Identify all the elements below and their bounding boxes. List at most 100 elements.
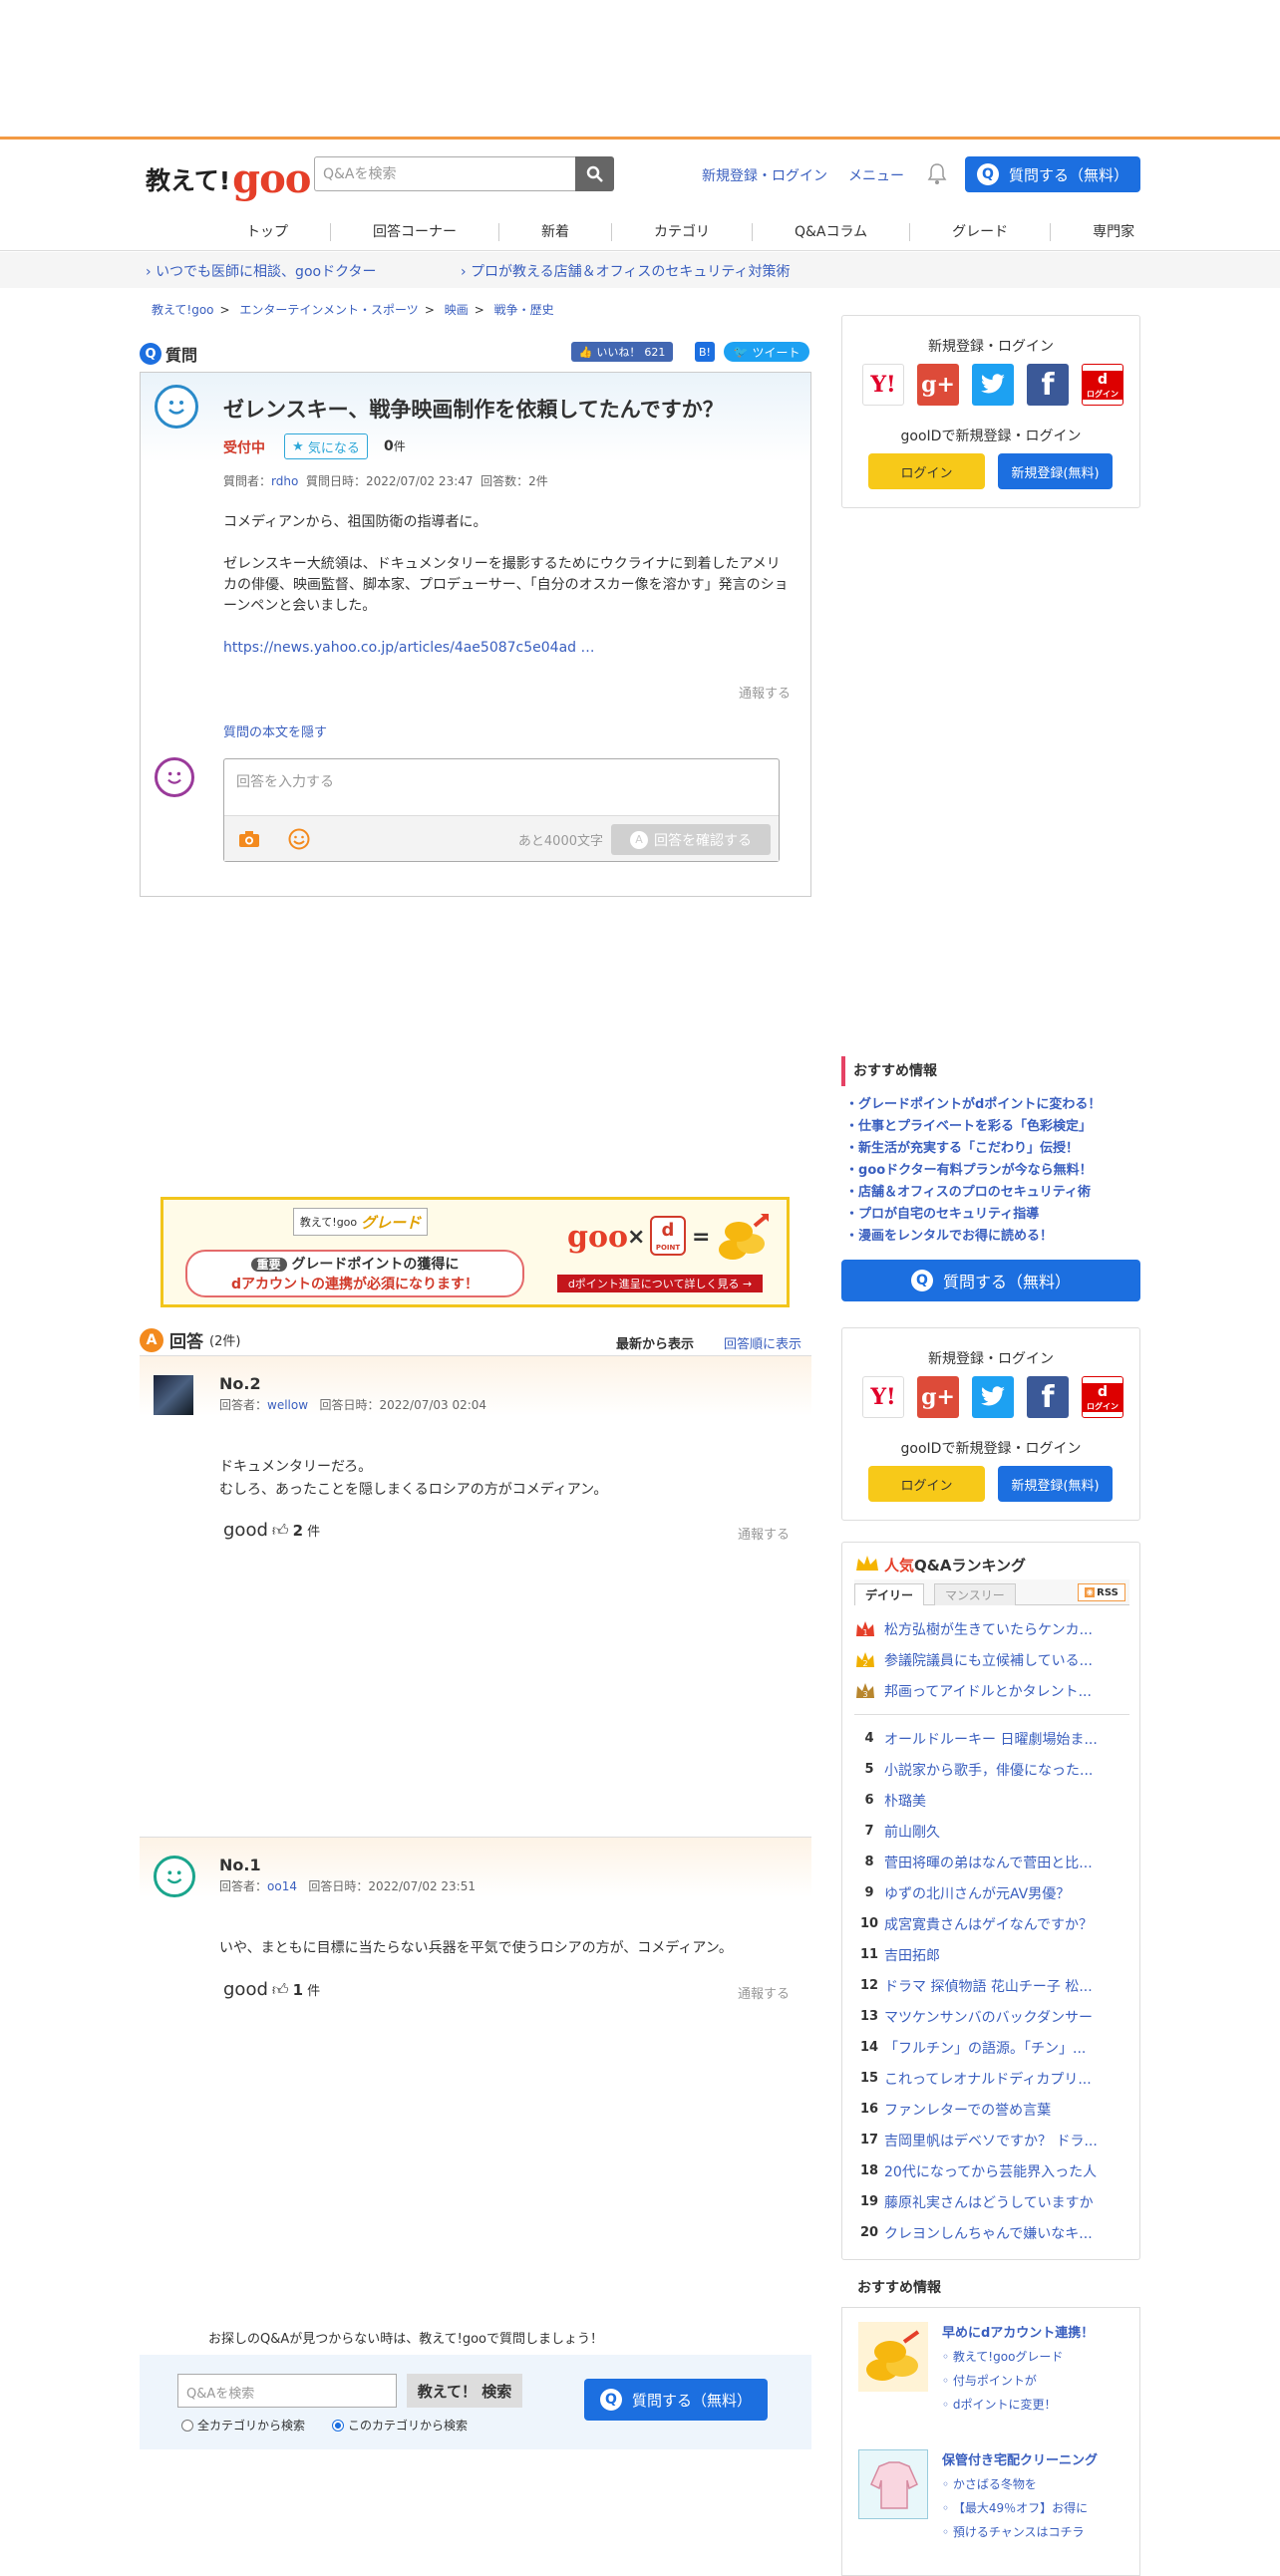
ranking-item[interactable]: 18 20代になってから芸能界入った人 [854, 2155, 1129, 2186]
register-button[interactable]: 新規登録(無料) [998, 1466, 1113, 1502]
ranking-item[interactable]: 12 ドラマ 探偵物語 花山チー子 松... [854, 1970, 1129, 2001]
grade-banner[interactable]: 教えて!goo グレード 重要 グレードポイントの獲得に dアカウントの連携が必須… [160, 1197, 790, 1307]
twitter-icon[interactable] [972, 364, 1014, 406]
asker-avatar[interactable] [155, 385, 198, 429]
docomo-icon[interactable]: d ログイン [1082, 1376, 1123, 1418]
answerer-link[interactable]: oo14 [267, 1879, 297, 1893]
google-plus-icon[interactable]: g+ [917, 364, 959, 406]
ranking-item[interactable]: 4 オールドルーキー 日曜劇場始ま... [854, 1723, 1129, 1754]
docomo-icon[interactable]: d ログイン [1082, 364, 1123, 406]
footer-search-button[interactable]: 教えて！ 検索 [407, 2374, 522, 2408]
recommended-item[interactable]: ・漫画をレンタルでお得に読める！ [841, 1226, 1140, 1248]
camera-icon[interactable] [238, 830, 260, 848]
answerer-avatar[interactable] [154, 1375, 193, 1415]
nav-category[interactable]: カテゴリ [611, 223, 752, 241]
breadcrumb-item[interactable]: 映画 [445, 303, 469, 317]
answerer-link[interactable]: wellow [267, 1398, 308, 1412]
banner-line1: グレードポイントの獲得に [291, 1257, 460, 1273]
source-link[interactable]: https://news.yahoo.co.jp/articles/4ae508… [223, 640, 595, 656]
breadcrumb-item[interactable]: 戦争・歴史 [494, 303, 554, 317]
goo-logo[interactable]: 教えて! goo [146, 157, 311, 199]
footer-search-input[interactable]: Q&Aを検索 [177, 2374, 397, 2408]
watch-button[interactable]: ★ 気になる [284, 433, 368, 459]
ranking-item[interactable]: 13 マツケンサンバのバックダンサー [854, 2001, 1129, 2032]
ranking-item[interactable]: 15 これってレオナルドディカプリ... [854, 2063, 1129, 2094]
nav-expert[interactable]: 専門家 [1050, 223, 1176, 241]
bell-icon[interactable] [927, 161, 947, 185]
ranking-item[interactable]: 7 前山剛久 [854, 1816, 1129, 1847]
recommended-item[interactable]: ・店舗＆オフィスのプロのセキュリティ術 [841, 1182, 1140, 1204]
register-login-link[interactable]: 新規登録・ログイン [702, 165, 827, 185]
ranking-item[interactable]: 16 ファンレターでの誉め言葉 [854, 2094, 1129, 2125]
recommended-a-title[interactable]: 早めにdアカウント連携！ [942, 2322, 1094, 2341]
breadcrumb-item[interactable]: エンターテインメント・スポーツ [239, 303, 418, 317]
recommended-item[interactable]: ・プロが自宅のセキュリティ指導 [841, 1204, 1140, 1226]
ranking-item[interactable]: 19 藤原礼実さんはどうしていますか [854, 2186, 1129, 2217]
menu-link[interactable]: メニュー [848, 165, 904, 185]
tab-monthly[interactable]: マンスリー [934, 1583, 1016, 1605]
radio-this-category[interactable]: このカテゴリから検索 [332, 2417, 468, 2433]
ranking-item[interactable]: 20 クレヨンしんちゃんで嫌いなキ... [854, 2217, 1129, 2248]
answerer-avatar[interactable] [154, 1856, 195, 1897]
ranking-item[interactable]: 3 邦画ってアイドルとかタレント... [854, 1675, 1129, 1706]
nav-top[interactable]: トップ [204, 223, 330, 241]
promo-link-security[interactable]: › プロが教える店舗＆オフィスのセキュリティ対策術 [461, 261, 791, 281]
yahoo-icon[interactable]: Y! [862, 364, 904, 406]
twitter-icon[interactable] [972, 1376, 1014, 1418]
ranking-item[interactable]: 6 朴璐美 [854, 1785, 1129, 1816]
tweet-button[interactable]: 🐦 ツイート [724, 342, 809, 362]
radio-all-categories[interactable]: 全カテゴリから検索 [181, 2417, 305, 2433]
report-link[interactable]: 通報する [738, 1524, 790, 1543]
promo-link-doctor[interactable]: › いつでも医師に相談、gooドクター [146, 261, 377, 281]
recommended-item[interactable]: ・新生活が充実する「こだわり」伝授！ [841, 1138, 1140, 1160]
yahoo-icon[interactable]: Y! [862, 1376, 904, 1418]
asker-link[interactable]: rdho [271, 474, 298, 488]
ranking-item[interactable]: 10 成宮寛貴さんはゲイなんですか？ [854, 1908, 1129, 1939]
good-button[interactable]: good 👍︎ 2 件 [223, 1520, 320, 1541]
sort-oldest[interactable]: 回答順に表示 [724, 1333, 801, 1352]
sort-newest[interactable]: 最新から表示 [616, 1333, 694, 1352]
ranking-item[interactable]: 14 「フルチン」の語源。「チン」... [854, 2032, 1129, 2063]
footer-ask-button[interactable]: Q 質問する（無料） [584, 2379, 768, 2421]
search-button[interactable] [575, 156, 614, 191]
nav-answer-corner[interactable]: 回答コーナー [330, 223, 498, 241]
hide-body-link[interactable]: 質問の本文を隠す [223, 721, 327, 740]
bookmark-button[interactable]: B! [695, 342, 715, 362]
facebook-icon[interactable]: f [1027, 1376, 1069, 1418]
sidebar-ask-button[interactable]: Q 質問する（無料） [841, 1260, 1140, 1301]
rss-link[interactable]: ◉ RSS [1078, 1583, 1125, 1601]
recommended-item[interactable]: ・gooドクター有料プランが今なら無料！ [841, 1160, 1140, 1182]
recommended-item[interactable]: ・グレードポイントがdポイントに変わる！ [841, 1094, 1140, 1116]
coins-image[interactable] [858, 2322, 928, 2392]
tab-daily[interactable]: デイリー [854, 1583, 925, 1605]
nav-new[interactable]: 新着 [498, 223, 611, 241]
banner-cta[interactable]: dポイント進呈について詳しく見る → [557, 1275, 763, 1292]
facebook-icon[interactable]: f [1027, 364, 1069, 406]
recommended-item[interactable]: ・仕事とプライベートを彩る「色彩検定」 [841, 1116, 1140, 1138]
ranking-item[interactable]: 8 菅田将暉の弟はなんで菅田と比... [854, 1847, 1129, 1877]
answer-input[interactable]: 回答を入力する あと4000文字 A 回答を確認する [223, 758, 780, 862]
ranking-item[interactable]: 1 松方弘樹が生きていたらケンカ... [854, 1613, 1129, 1644]
ranking-item[interactable]: 2 参議院議員にも立候補している... [854, 1644, 1129, 1675]
good-button[interactable]: good 👍︎ 1 件 [223, 1979, 320, 2000]
nav-grade[interactable]: グレード [909, 223, 1050, 241]
login-button[interactable]: ログイン [868, 453, 985, 489]
google-plus-icon[interactable]: g+ [917, 1376, 959, 1418]
cleaning-image[interactable] [858, 2449, 928, 2519]
register-button[interactable]: 新規登録(無料) [998, 453, 1113, 489]
recommended-b-title[interactable]: 保管付き宅配クリーニング [942, 2449, 1098, 2468]
confirm-answer-button[interactable]: A 回答を確認する [611, 824, 771, 855]
report-link[interactable]: 通報する [739, 683, 791, 702]
ranking-item[interactable]: 11 吉田拓郎 [854, 1939, 1129, 1970]
facebook-like-button[interactable]: 👍 いいね！ 621 [571, 342, 673, 362]
ask-question-button[interactable]: Q 質問する（無料） [965, 156, 1140, 192]
ranking-item[interactable]: 5 小説家から歌手，俳優になった... [854, 1754, 1129, 1785]
nav-column[interactable]: Q&Aコラム [752, 223, 909, 241]
login-button[interactable]: ログイン [868, 1466, 985, 1502]
ranking-item[interactable]: 17 吉岡里帆はデベソですか？ ドラ... [854, 2125, 1129, 2155]
ranking-item[interactable]: 9 ゆずの北川さんが元AV男優？ [854, 1877, 1129, 1908]
report-link[interactable]: 通報する [738, 1983, 790, 2002]
emoji-icon[interactable] [288, 828, 310, 850]
search-input[interactable]: Q&Aを検索 [314, 156, 575, 191]
breadcrumb-item[interactable]: 教えて!goo [152, 303, 214, 317]
